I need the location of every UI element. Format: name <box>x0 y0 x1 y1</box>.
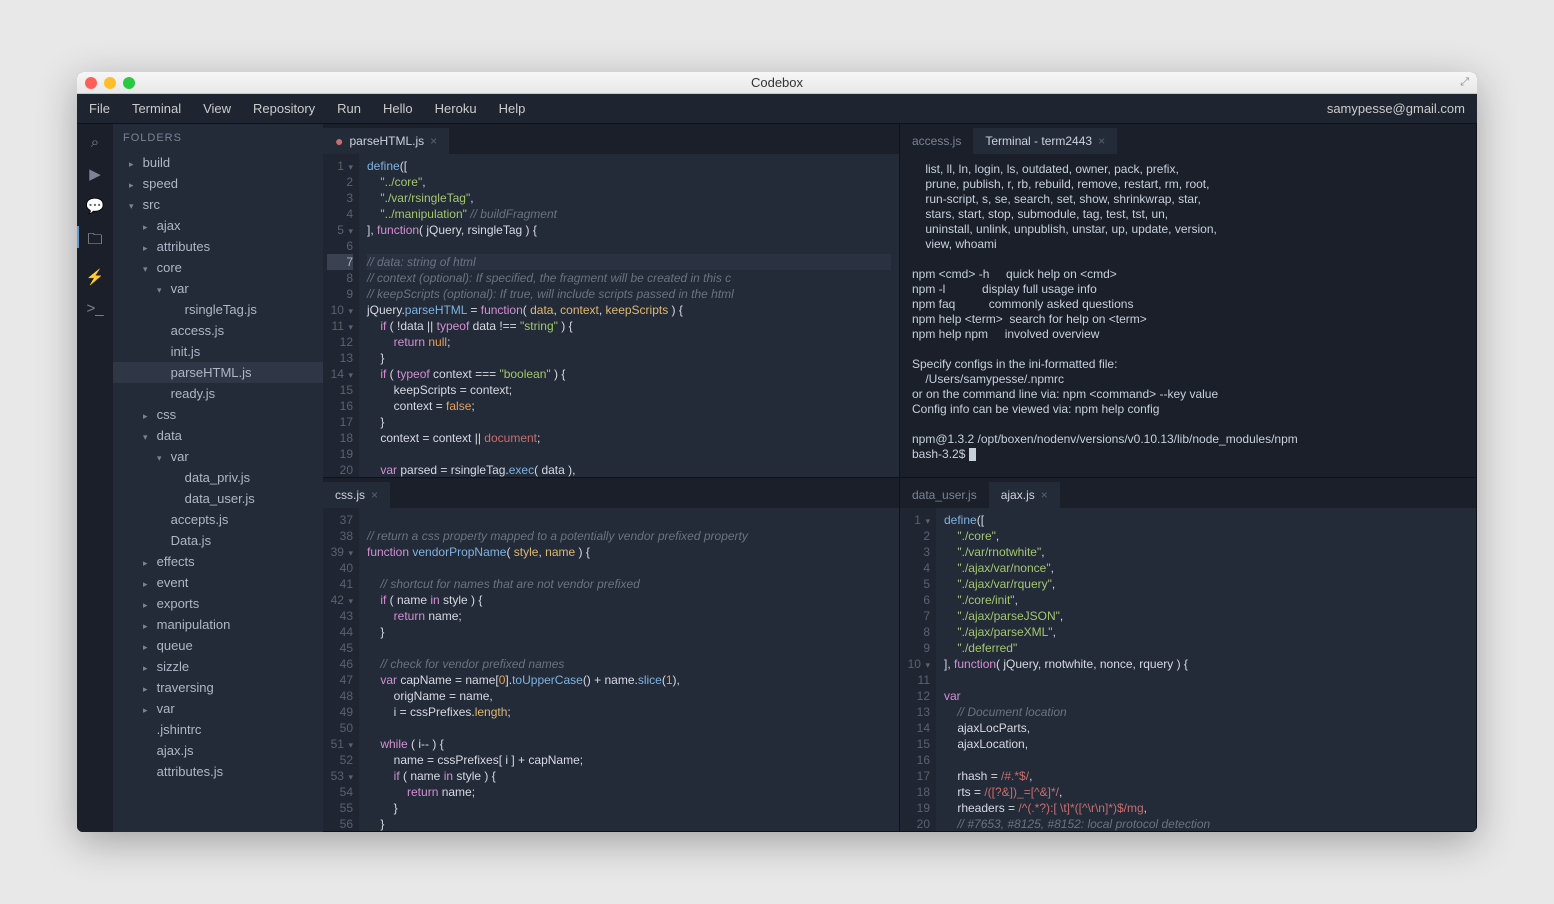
file-access-js[interactable]: access.js <box>113 320 323 341</box>
folder-var[interactable]: ▸ var <box>113 698 323 719</box>
close-window-button[interactable] <box>85 77 97 89</box>
menu-help[interactable]: Help <box>499 101 526 116</box>
zoom-window-button[interactable] <box>123 77 135 89</box>
editor-ajax[interactable]: 1 ▾2345678910 ▾1112131415161718192021def… <box>900 508 1476 831</box>
pane-top-left: ●parseHTML.js× 1 ▾2345 ▾678910 ▾11 ▾1213… <box>323 124 900 478</box>
tab-data-user-js[interactable]: data_user.js <box>900 482 989 508</box>
folders-header: FOLDERS <box>113 124 323 152</box>
menu-terminal[interactable]: Terminal <box>132 101 181 116</box>
terminal-output[interactable]: list, ll, ln, login, ls, outdated, owner… <box>900 154 1476 477</box>
fullscreen-icon[interactable]: ⤢ <box>1460 76 1469 89</box>
pane-top-right: access.jsTerminal - term2443× list, ll, … <box>900 124 1477 478</box>
folder-effects[interactable]: ▸ effects <box>113 551 323 572</box>
close-tab-icon[interactable]: × <box>1098 134 1105 148</box>
folder-speed[interactable]: ▸ speed <box>113 173 323 194</box>
folder-event[interactable]: ▸ event <box>113 572 323 593</box>
folder-css[interactable]: ▸ css <box>113 404 323 425</box>
folder-sizzle[interactable]: ▸ sizzle <box>113 656 323 677</box>
tabs-top-right: access.jsTerminal - term2443× <box>900 124 1476 154</box>
folder-manipulation[interactable]: ▸ manipulation <box>113 614 323 635</box>
editor-panes: ●parseHTML.js× 1 ▾2345 ▾678910 ▾11 ▾1213… <box>323 124 1477 832</box>
file-explorer: FOLDERS ▸ build▸ speed▾ src▸ ajax▸ attri… <box>113 124 323 832</box>
menu-heroku[interactable]: Heroku <box>435 101 477 116</box>
tab-access-js[interactable]: access.js <box>900 128 973 154</box>
folder-core[interactable]: ▾ core <box>113 257 323 278</box>
tabs-top-left: ●parseHTML.js× <box>323 124 899 154</box>
tab-terminal---term2443[interactable]: Terminal - term2443× <box>973 128 1117 154</box>
file-data_priv-js[interactable]: data_priv.js <box>113 467 323 488</box>
folder-attributes[interactable]: ▸ attributes <box>113 236 323 257</box>
pane-bottom-right: data_user.jsajax.js× 1 ▾2345678910 ▾1112… <box>900 478 1477 832</box>
folder-data[interactable]: ▾ data <box>113 425 323 446</box>
tab-ajax-js[interactable]: ajax.js× <box>989 482 1060 508</box>
activity-rail: ⌕ ▶ 💬 🗀 ⚡ >_ <box>77 124 113 832</box>
file-tree: ▸ build▸ speed▾ src▸ ajax▸ attributes▾ c… <box>113 152 323 782</box>
tabs-bottom-right: data_user.jsajax.js× <box>900 478 1476 508</box>
search-icon[interactable]: ⌕ <box>91 134 99 151</box>
menu-hello[interactable]: Hello <box>383 101 413 116</box>
tabs-bottom-left: css.js× <box>323 478 899 508</box>
file-Data-js[interactable]: Data.js <box>113 530 323 551</box>
ide-window: Codebox ⤢ File Terminal View Repository … <box>77 72 1477 832</box>
terminal-cursor <box>969 448 976 461</box>
file-accepts-js[interactable]: accepts.js <box>113 509 323 530</box>
bolt-icon[interactable]: ⚡ <box>86 268 105 286</box>
folder-ajax[interactable]: ▸ ajax <box>113 215 323 236</box>
editor-css[interactable]: 373839 ▾404142 ▾434445464748495051 ▾5253… <box>323 508 899 831</box>
file-parseHTML-js[interactable]: parseHTML.js <box>113 362 323 383</box>
file-attributes-js[interactable]: attributes.js <box>113 761 323 782</box>
folder-exports[interactable]: ▸ exports <box>113 593 323 614</box>
window-title: Codebox <box>751 75 803 90</box>
folder-traversing[interactable]: ▸ traversing <box>113 677 323 698</box>
file-data_user-js[interactable]: data_user.js <box>113 488 323 509</box>
titlebar: Codebox ⤢ <box>77 72 1477 94</box>
menu-repository[interactable]: Repository <box>253 101 315 116</box>
menu-run[interactable]: Run <box>337 101 361 116</box>
editor-parsehtml[interactable]: 1 ▾2345 ▾678910 ▾11 ▾121314 ▾15161718192… <box>323 154 899 477</box>
folder-queue[interactable]: ▸ queue <box>113 635 323 656</box>
folder-var[interactable]: ▾ var <box>113 446 323 467</box>
play-icon[interactable]: ▶ <box>89 165 101 183</box>
pane-bottom-left: css.js× 373839 ▾404142 ▾4344454647484950… <box>323 478 900 832</box>
close-tab-icon[interactable]: × <box>371 488 378 502</box>
terminal-icon[interactable]: >_ <box>86 300 103 317</box>
tab-css-js[interactable]: css.js× <box>323 482 390 508</box>
folder-src[interactable]: ▾ src <box>113 194 323 215</box>
minimize-window-button[interactable] <box>104 77 116 89</box>
close-tab-icon[interactable]: × <box>430 134 437 148</box>
file-ajax-js[interactable]: ajax.js <box>113 740 323 761</box>
menu-view[interactable]: View <box>203 101 231 116</box>
menubar: File Terminal View Repository Run Hello … <box>77 94 1477 124</box>
user-email[interactable]: samypesse@gmail.com <box>1327 101 1465 116</box>
file-init-js[interactable]: init.js <box>113 341 323 362</box>
file--jshintrc[interactable]: .jshintrc <box>113 719 323 740</box>
file-ready-js[interactable]: ready.js <box>113 383 323 404</box>
folder-icon[interactable]: 🗀 <box>87 229 102 254</box>
modified-dot-icon: ● <box>335 134 343 148</box>
file-rsingleTag-js[interactable]: rsingleTag.js <box>113 299 323 320</box>
chat-icon[interactable]: 💬 <box>86 197 105 215</box>
menu-file[interactable]: File <box>89 101 110 116</box>
folder-build[interactable]: ▸ build <box>113 152 323 173</box>
close-tab-icon[interactable]: × <box>1041 488 1048 502</box>
tab-parsehtml-js[interactable]: ●parseHTML.js× <box>323 128 449 154</box>
traffic-lights <box>85 77 135 89</box>
folder-var[interactable]: ▾ var <box>113 278 323 299</box>
